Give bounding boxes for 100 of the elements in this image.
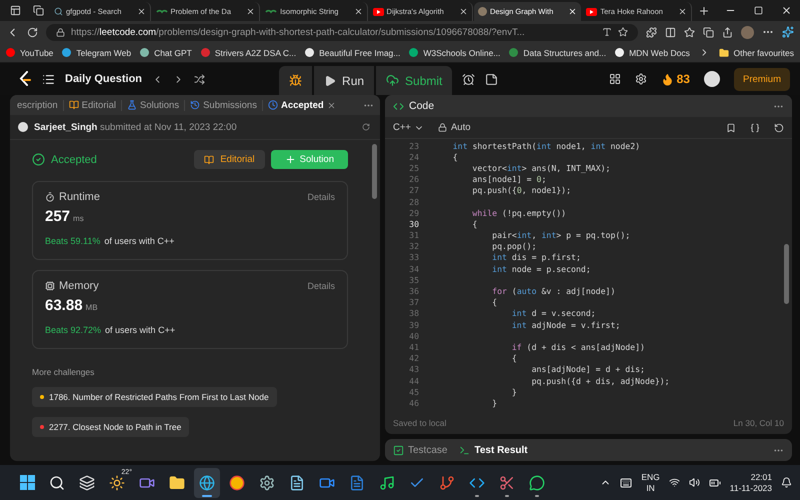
book-icon (204, 154, 214, 164)
close-icon[interactable] (568, 7, 578, 16)
refresh-icon[interactable] (362, 123, 370, 131)
taskbar-app[interactable] (194, 468, 220, 498)
scrollbar-thumb[interactable] (784, 244, 789, 304)
line-number: 30 (408, 218, 419, 229)
code-line: int node = p.second; (491, 264, 591, 274)
puzzle-icon[interactable] (646, 26, 657, 38)
wifi-icon[interactable] (668, 477, 680, 488)
bookmark-link[interactable]: Strivers A2Z DSA C... (200, 48, 296, 58)
user-avatar[interactable] (704, 71, 720, 87)
shuffle-icon[interactable] (194, 74, 206, 84)
line-number: 33 (408, 252, 419, 262)
premium-button[interactable]: Premium (734, 68, 790, 90)
star-icon[interactable] (618, 27, 628, 37)
language-dropdown[interactable]: C++ (393, 122, 424, 133)
settings-icon (259, 474, 275, 490)
keyboard-icon[interactable] (620, 476, 632, 488)
line-number: 45 (408, 386, 419, 397)
close-icon[interactable] (780, 5, 792, 16)
bookmark-link[interactable]: Chat GPT (140, 48, 192, 58)
challenge-link[interactable]: 1786. Number of Restricted Paths From First to Last Node (32, 387, 277, 407)
line-number: 37 (408, 297, 419, 308)
scrollbar-thumb[interactable] (372, 144, 377, 199)
panel-tab[interactable]: Editorial (64, 100, 122, 110)
favorites-icon[interactable] (684, 26, 695, 38)
grid-icon[interactable] (608, 73, 621, 85)
tab-actions-icon[interactable] (32, 5, 44, 16)
debug-button[interactable] (279, 66, 312, 95)
bookmark-link[interactable]: Telegram Web (62, 48, 132, 58)
details-link[interactable]: Details (307, 281, 335, 291)
sparkle-icon[interactable] (782, 26, 794, 38)
close-icon[interactable] (136, 7, 146, 16)
editorial-button[interactable]: Editorial (194, 150, 265, 169)
code-line: int adjNode = v.first; (510, 320, 620, 330)
bookmark-link[interactable]: Beautiful Free Imag... (305, 48, 400, 58)
line-number: 29 (408, 208, 419, 218)
timer-icon (45, 192, 55, 202)
browser-icon (229, 474, 245, 490)
folder-icon (169, 474, 185, 490)
battery-icon[interactable] (708, 476, 721, 488)
folder-icon (718, 48, 729, 58)
run-button[interactable]: Run (314, 66, 374, 95)
reset-icon[interactable] (774, 122, 784, 132)
code-line: int d = v.second; (510, 308, 596, 318)
close-icon[interactable] (678, 7, 688, 16)
daily-question-link[interactable]: Daily Question (65, 73, 142, 85)
line-number: 28 (408, 196, 419, 207)
panel-tab[interactable]: Submissions (185, 100, 263, 110)
bookmark-link[interactable]: MDN Web Docs (615, 48, 690, 58)
bookmark-link[interactable]: Data Structures and... (509, 48, 606, 58)
collections-icon[interactable] (703, 26, 714, 38)
lock-icon[interactable] (56, 28, 65, 36)
details-link[interactable]: Details (307, 192, 335, 202)
bookmark-folder[interactable]: Other favourites (734, 48, 794, 58)
stat-title: Memory (45, 280, 99, 292)
logo-icon[interactable] (18, 71, 32, 87)
line-number: 34 (408, 264, 419, 274)
share-icon[interactable] (722, 26, 733, 38)
task-view-icon (79, 474, 95, 490)
close-icon[interactable] (458, 7, 468, 16)
close-icon[interactable] (354, 7, 363, 16)
line-number: 41 (408, 342, 419, 352)
split-screen-icon[interactable] (665, 26, 676, 38)
clock[interactable]: 22:01 11-11-2023 (730, 472, 772, 493)
code-line: } (491, 398, 498, 408)
timer-icon[interactable] (462, 72, 476, 86)
submit-button[interactable]: Submit (376, 66, 452, 95)
line-number: 43 (408, 364, 419, 374)
address-bar[interactable]: https://leetcode.com/problems/design-graph-with-shortest-path-calculator/submissions/1096678088/?envT... (46, 24, 638, 40)
panel-tab[interactable]: Testcase (393, 444, 454, 456)
close-icon[interactable] (246, 7, 256, 16)
clock-icon (268, 100, 278, 110)
challenge-link[interactable]: 2277. Closest Node to Path in Tree (32, 417, 190, 437)
line-number: 32 (408, 241, 419, 252)
maximize-icon[interactable] (754, 6, 763, 15)
panel-tab[interactable]: Test Result (459, 444, 534, 456)
play-logo-icon (372, 8, 384, 16)
notes-icon[interactable] (485, 72, 498, 86)
refresh-icon[interactable] (27, 26, 38, 38)
flask-icon (127, 100, 137, 110)
flame-icon[interactable] (660, 72, 674, 86)
bookmark-link[interactable]: YouTube (6, 48, 54, 58)
panel-tab[interactable]: Accepted (262, 100, 341, 110)
list-icon[interactable] (42, 72, 55, 86)
profile-avatar[interactable] (741, 26, 754, 38)
settings-icon[interactable] (634, 73, 647, 85)
speaker-icon[interactable] (688, 477, 700, 488)
search-icon (49, 474, 65, 490)
read-aloud-icon[interactable] (602, 27, 612, 37)
panel-tab[interactable]: escription (12, 100, 64, 110)
bookmark-icon[interactable] (726, 122, 736, 132)
notification-icon[interactable] (781, 477, 792, 488)
bookmark-link[interactable]: W3Schools Online... (409, 48, 500, 58)
format-icon[interactable] (750, 122, 760, 132)
language-indicator[interactable]: ENG IN (641, 472, 660, 493)
workspaces-icon[interactable] (10, 5, 20, 16)
streak-counter[interactable]: 83 (676, 72, 690, 86)
new-tab-icon[interactable] (698, 4, 710, 16)
panel-tab[interactable]: Solutions (122, 100, 186, 110)
